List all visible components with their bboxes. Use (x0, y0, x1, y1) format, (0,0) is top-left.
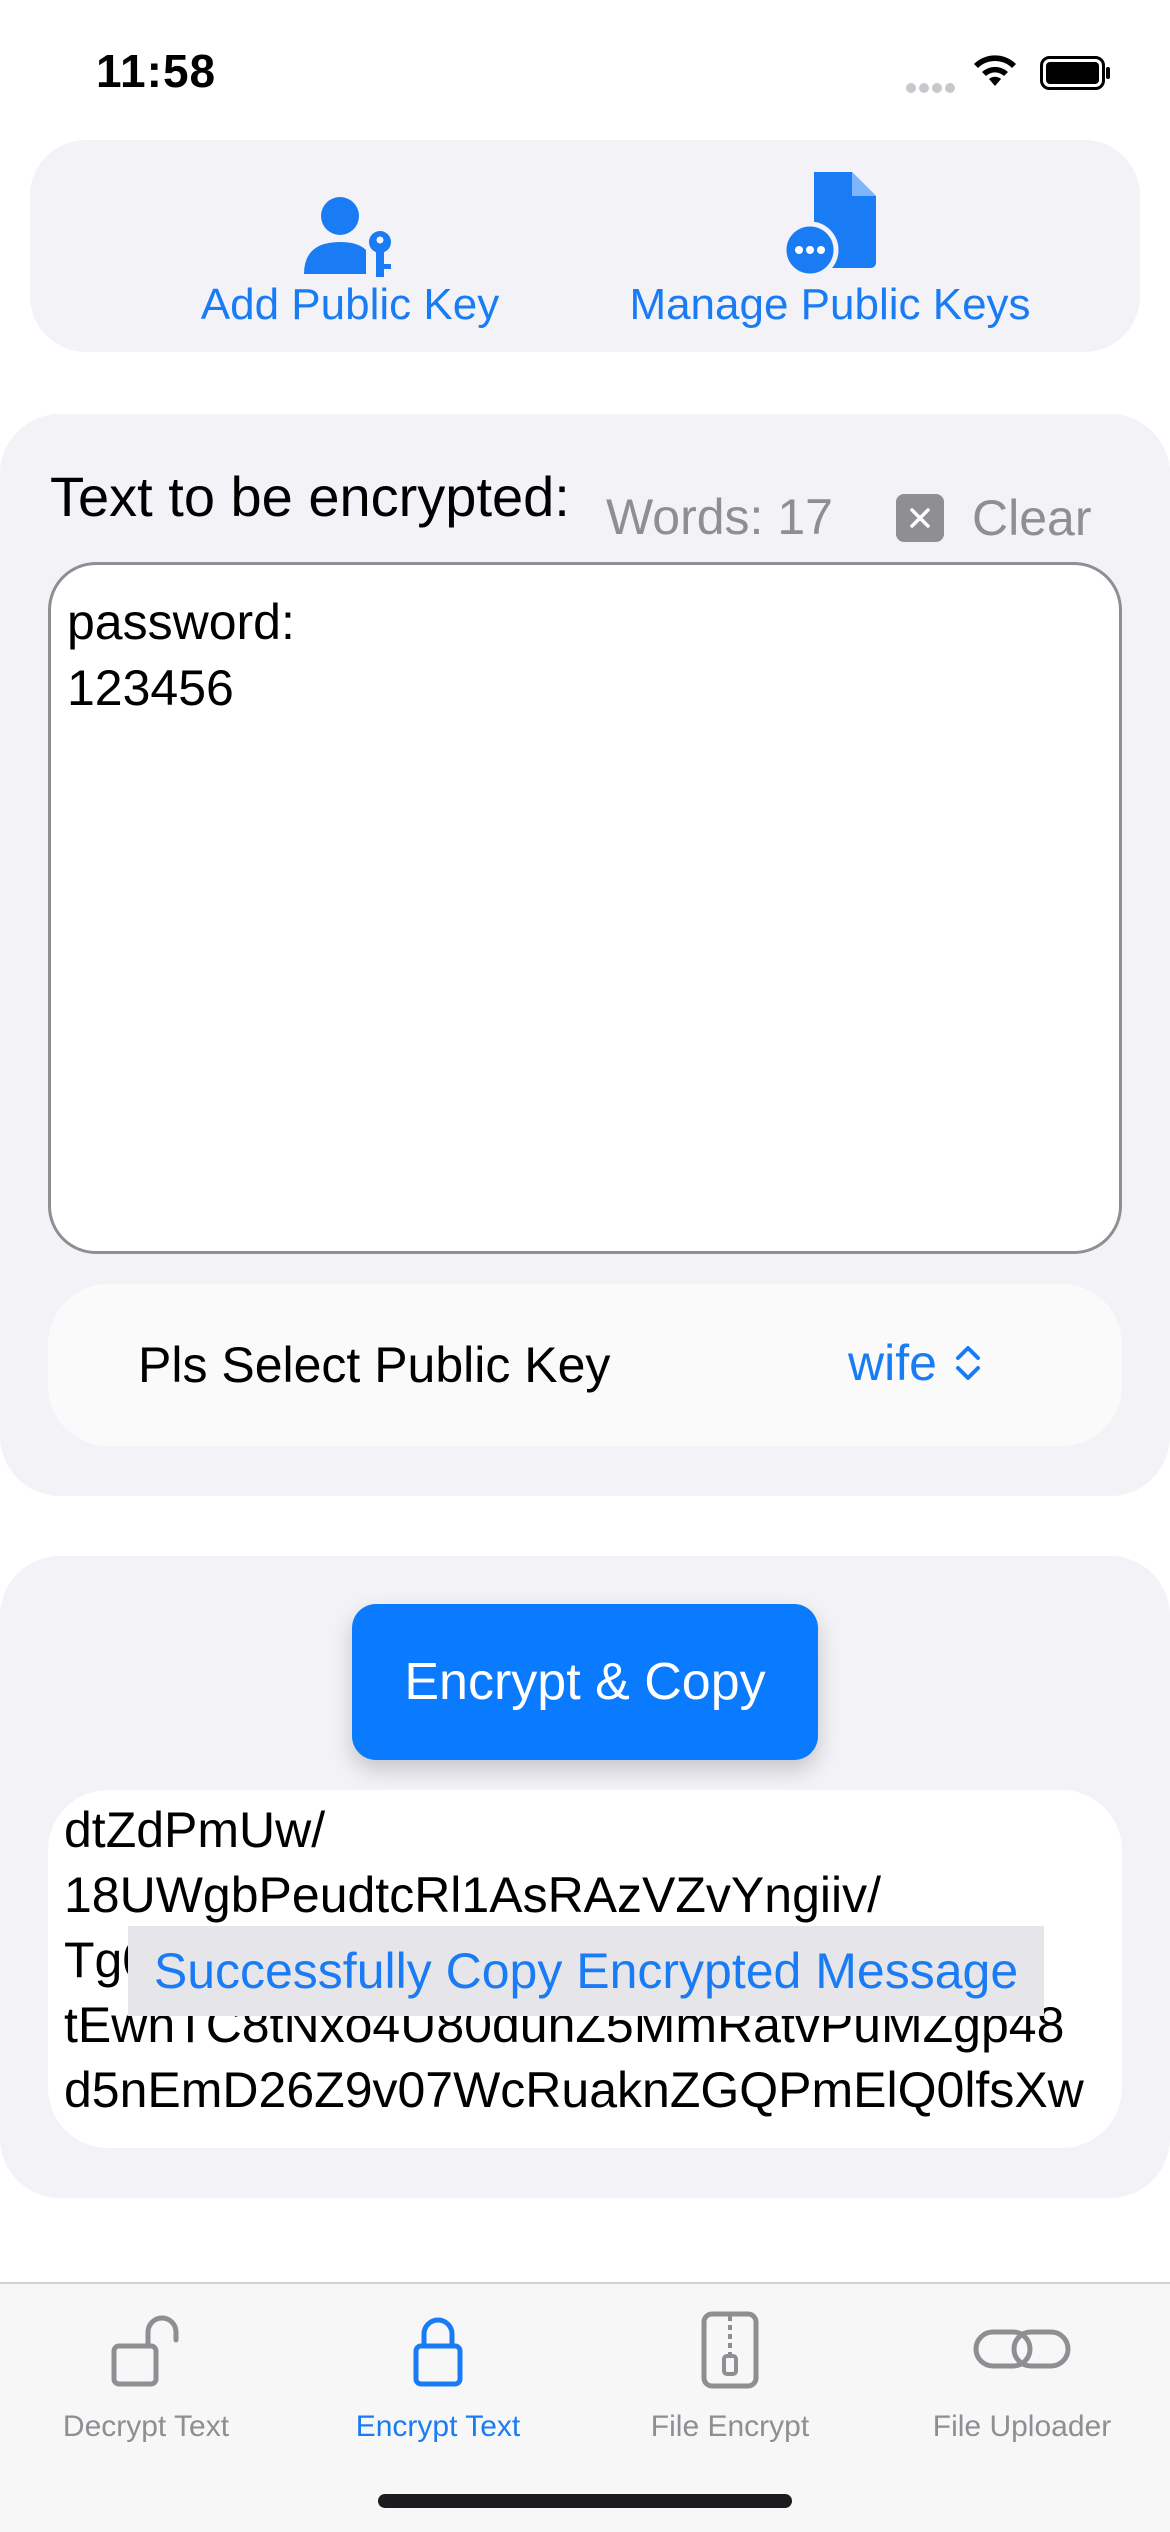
home-indicator[interactable] (378, 2494, 792, 2508)
tab-encrypt-text[interactable]: Encrypt Text (292, 2302, 584, 2444)
encrypted-line: dtZdPmUw/ (64, 1802, 326, 1858)
key-picker-value[interactable]: wife (848, 1334, 983, 1392)
tab-label: Decrypt Text (62, 2410, 230, 2443)
key-picker-label: Pls Select Public Key (138, 1337, 611, 1393)
add-public-key-label: Add Public Key (200, 280, 500, 329)
key-actions-card: Add Public Key Manage Public Keys (30, 140, 1140, 352)
encrypted-line: d5nEmD26Z9v07WcRuaknZGQPmElQ0lfsXw (64, 2062, 1084, 2118)
tab-label: File Uploader (932, 2410, 1112, 2443)
plaintext-input[interactable]: password: 123456 (48, 562, 1122, 1254)
manage-public-keys-label: Manage Public Keys (629, 280, 1031, 329)
encrypt-input-section: Text to be encrypted: Words: 17 Clear pa… (0, 414, 1170, 1496)
manage-public-keys-button[interactable]: Manage Public Keys (570, 162, 1090, 330)
person-key-icon (304, 197, 391, 277)
signal-dots-icon (906, 80, 962, 93)
battery-icon (1040, 56, 1110, 90)
encrypt-copy-button[interactable]: Encrypt & Copy (352, 1604, 818, 1760)
zipper-file-icon (701, 2311, 759, 2389)
unlock-icon (111, 2315, 179, 2387)
add-public-key-button[interactable]: Add Public Key (160, 180, 540, 330)
selected-key: wife (848, 1335, 937, 1391)
tab-label: Encrypt Text (355, 2410, 521, 2443)
link-icon (973, 2329, 1071, 2369)
clear-label: Clear (972, 490, 1092, 546)
status-time: 11:58 (96, 45, 217, 97)
copy-success-toast: Successfully Copy Encrypted Message (128, 1926, 1044, 2016)
document-ellipsis-icon (781, 172, 876, 279)
input-title: Text to be encrypted: (50, 465, 570, 528)
encrypt-output-section: Encrypt & Copy dtZdPmUw/ 18UWgbPeudtcRl1… (0, 1556, 1170, 2198)
chevron-up-down-icon (955, 1346, 980, 1380)
public-key-picker[interactable]: Pls Select Public Key wife (48, 1284, 1122, 1446)
tab-file-encrypt[interactable]: File Encrypt (584, 2302, 876, 2444)
word-count: Words: 17 (606, 489, 833, 545)
app-screen: 11:58 Add Public Key Manage Public Keys … (0, 0, 1170, 2532)
tab-decrypt-text[interactable]: Decrypt Text (0, 2302, 292, 2444)
clear-button[interactable]: Clear (896, 488, 1091, 548)
lock-icon (413, 2317, 463, 2387)
wifi-icon (974, 55, 1016, 86)
tab-file-uploader[interactable]: File Uploader (876, 2302, 1168, 2444)
status-bar: 11:58 (0, 0, 1170, 140)
encrypted-line: 18UWgbPeudtcRl1AsRAzVZvYngiiv/ (64, 1867, 881, 1923)
tab-label: File Encrypt (650, 2410, 810, 2443)
close-icon (896, 494, 944, 542)
